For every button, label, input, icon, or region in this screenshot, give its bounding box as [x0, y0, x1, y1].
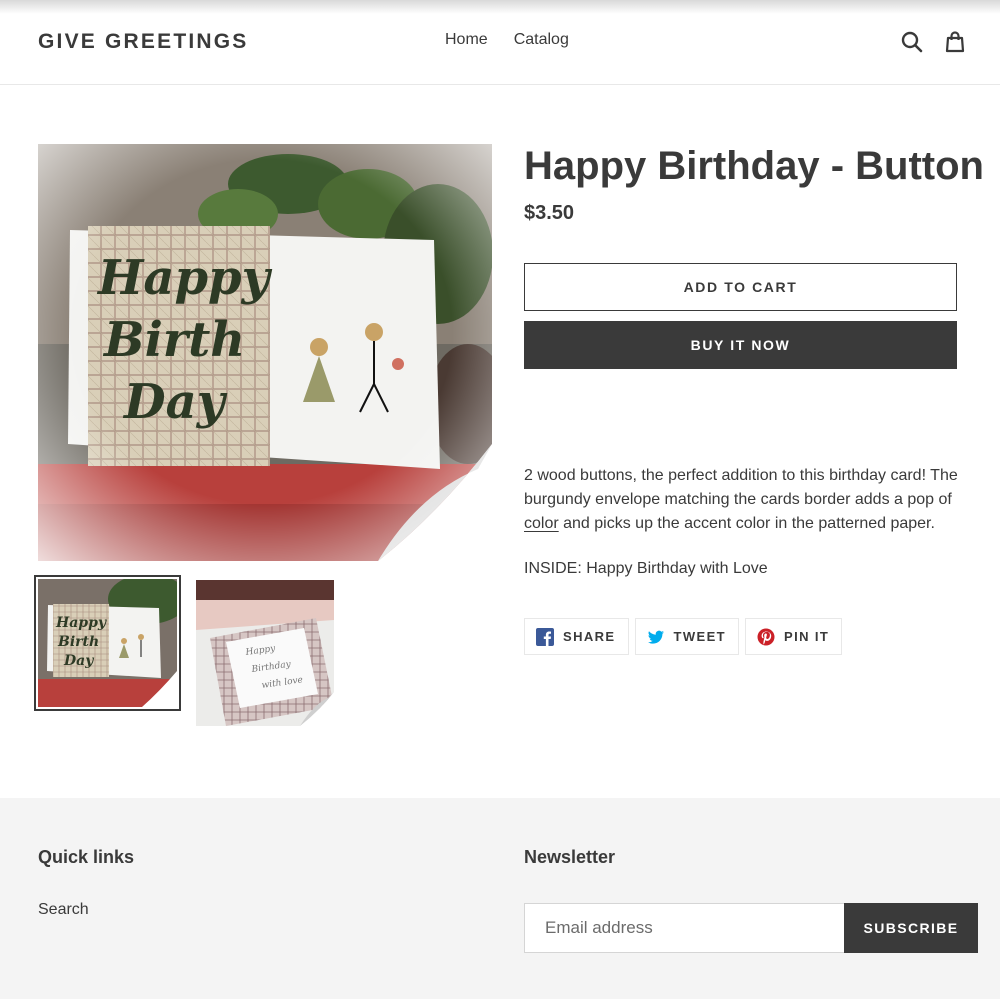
- social-sharing: SHARE TWEET PIN IT: [524, 618, 843, 655]
- product-thumbnail-1[interactable]: Happy Birth Day: [34, 575, 181, 711]
- color-link[interactable]: color: [524, 515, 559, 532]
- description-paragraph: 2 wood buttons, the perfect addition to …: [524, 464, 974, 536]
- pinterest-icon: [757, 628, 775, 645]
- inside-text: INSIDE: Happy Birthday with Love: [524, 560, 768, 577]
- nav-catalog[interactable]: Catalog: [514, 31, 569, 49]
- add-to-cart-button[interactable]: ADD TO CART: [524, 263, 957, 311]
- buy-now-button[interactable]: BUY IT NOW: [524, 321, 957, 369]
- product-title: Happy Birthday - Button: [524, 144, 984, 188]
- product-main-image[interactable]: Happy Birth Day: [38, 144, 492, 561]
- product-thumbnail-2[interactable]: Happy Birthday with love: [196, 580, 334, 726]
- product-price: $3.50: [524, 202, 575, 224]
- site-footer: Quick links Search Newsletter SUBSCRIBE: [0, 798, 1000, 999]
- svg-text:Day: Day: [63, 653, 94, 669]
- share-facebook-button[interactable]: SHARE: [524, 618, 629, 655]
- description-text: 2 wood buttons, the perfect addition to …: [524, 467, 958, 508]
- description-text-end: and picks up the accent color in the pat…: [558, 515, 935, 532]
- share-label: SHARE: [563, 629, 616, 644]
- quick-links-heading: Quick links: [38, 847, 135, 867]
- newsletter-heading: Newsletter: [524, 847, 616, 867]
- product-description: 2 wood buttons, the perfect addition to …: [524, 464, 974, 602]
- share-twitter-button[interactable]: TWEET: [634, 618, 740, 655]
- svg-text:Birth: Birth: [57, 634, 99, 650]
- site-header: GIVE GREETINGS Home Catalog: [0, 0, 1000, 85]
- footer-link-search[interactable]: Search: [38, 901, 89, 919]
- pin-label: PIN IT: [784, 629, 830, 644]
- tweet-label: TWEET: [673, 629, 727, 644]
- facebook-icon: [536, 627, 554, 646]
- search-icon[interactable]: [900, 30, 924, 54]
- nav-home[interactable]: Home: [445, 31, 488, 49]
- email-field[interactable]: [524, 903, 845, 953]
- main-nav: Home Catalog: [445, 31, 569, 49]
- site-logo[interactable]: GIVE GREETINGS: [38, 30, 249, 54]
- share-pinterest-button[interactable]: PIN IT: [745, 618, 843, 655]
- cart-icon[interactable]: [943, 30, 967, 54]
- subscribe-button[interactable]: SUBSCRIBE: [844, 903, 978, 953]
- twitter-icon: [647, 630, 664, 644]
- svg-text:Happy: Happy: [55, 615, 107, 631]
